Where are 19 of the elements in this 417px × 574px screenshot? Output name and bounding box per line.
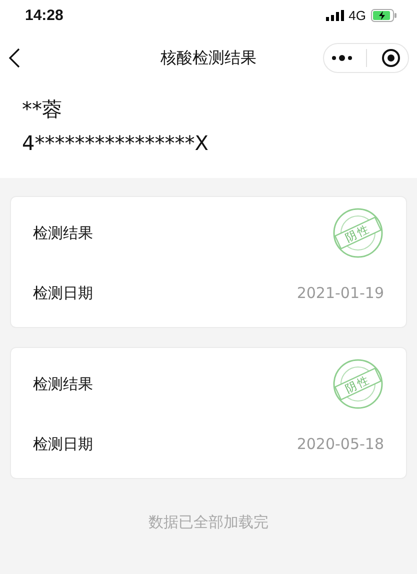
test-date: 2021-01-19 xyxy=(296,284,384,302)
battery-icon xyxy=(371,8,397,22)
end-of-list-text: 数据已全部加载完 xyxy=(148,513,270,532)
date-label: 检测日期 xyxy=(33,284,93,302)
negative-stamp: 阴性 xyxy=(332,358,384,410)
signal-icon xyxy=(326,10,344,20)
back-icon[interactable] xyxy=(8,47,22,69)
result-label: 检测结果 xyxy=(33,224,93,242)
test-date: 2020-05-18 xyxy=(296,435,384,453)
close-icon[interactable] xyxy=(381,48,402,68)
page-title: 核酸检测结果 xyxy=(160,48,256,68)
id-number: 4****************X xyxy=(22,130,210,157)
negative-stamp: 阴性 xyxy=(332,207,384,259)
more-icon[interactable] xyxy=(330,54,353,62)
person-name: **蓉 xyxy=(22,96,63,123)
network-type: 4G xyxy=(348,8,366,22)
status-time: 14:28 xyxy=(25,6,64,24)
result-label: 检测结果 xyxy=(33,374,93,394)
date-label: 检测日期 xyxy=(33,434,93,454)
